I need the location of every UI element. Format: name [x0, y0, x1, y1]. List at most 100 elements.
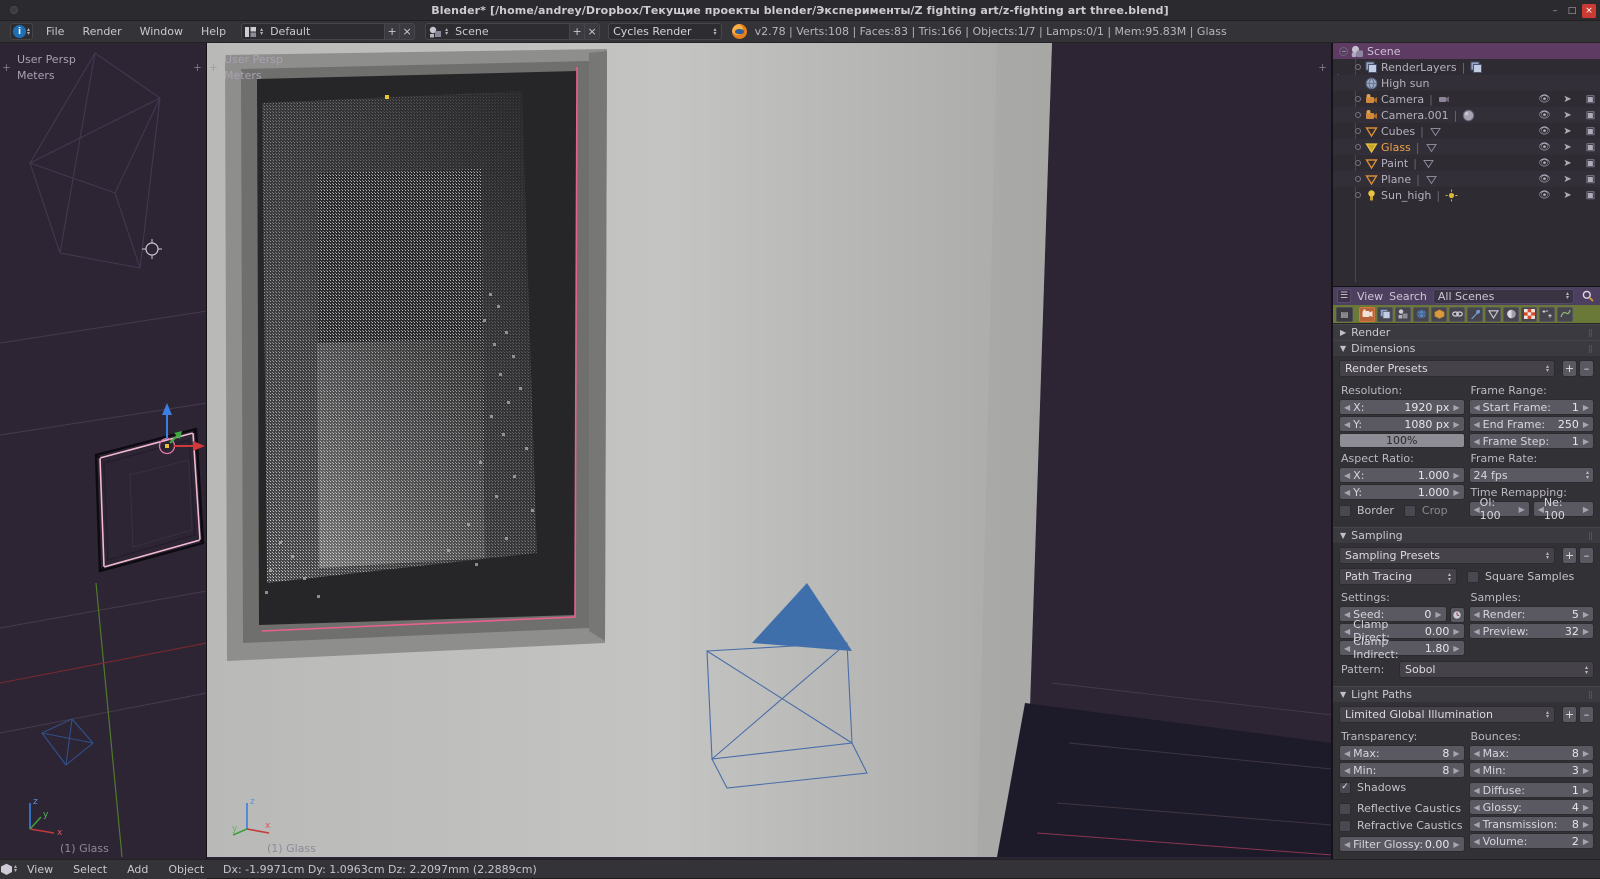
eye-icon[interactable]: 👁 — [1538, 93, 1551, 106]
tab-physics[interactable] — [1557, 306, 1573, 322]
increment-arrow-icon[interactable]: ▶ — [1453, 627, 1459, 636]
decrement-arrow-icon[interactable]: ◀ — [1344, 627, 1350, 636]
increment-arrow-icon[interactable]: ▶ — [1583, 820, 1589, 829]
end-frame-field[interactable]: ◀ End Frame: 250 ▶ — [1468, 416, 1594, 432]
panel-header-light-paths[interactable]: ▼ Light Paths ⣿ — [1333, 686, 1600, 702]
bounces-min-field[interactable]: ◀ Min: 3 ▶ — [1468, 762, 1594, 778]
shadows-row[interactable]: ✓ Shadows — [1339, 779, 1465, 796]
decrement-arrow-icon[interactable]: ◀ — [1344, 766, 1350, 775]
menu-window[interactable]: Window — [131, 21, 192, 43]
camera-restrict-icon[interactable]: ▣ — [1584, 141, 1597, 154]
crop-checkbox-row[interactable]: Crop — [1403, 502, 1448, 519]
shadows-checkbox[interactable]: ✓ — [1339, 781, 1351, 794]
outliner-row-scene[interactable]: Scene — [1333, 43, 1600, 59]
object-mode-icon[interactable]: ▴ ▾ — [0, 860, 17, 879]
tab-data[interactable] — [1485, 306, 1501, 322]
time-remap-new-field[interactable]: ◀ Ne: 100 ▶ — [1532, 496, 1594, 522]
status-menu-object[interactable]: Object — [158, 860, 214, 879]
decrement-arrow-icon[interactable]: ◀ — [1474, 610, 1480, 619]
start-frame-field[interactable]: ◀ Start Frame: 1 ▶ — [1468, 399, 1594, 415]
expand-dot-icon[interactable] — [1355, 160, 1361, 166]
viewport-main-props-handle[interactable]: ＋ — [1318, 63, 1327, 74]
increment-arrow-icon[interactable]: ▶ — [1583, 610, 1589, 619]
render-engine-selector[interactable]: Cycles Render ▴ ▾ — [608, 23, 722, 40]
transparency-max-field[interactable]: ◀ Max: 8 ▶ — [1339, 745, 1465, 761]
viewport-left-toolbar-handle[interactable]: ＋ — [2, 63, 11, 74]
eye-icon[interactable]: 👁 — [1538, 173, 1551, 186]
increment-arrow-icon[interactable]: ▶ — [1453, 420, 1459, 429]
tab-scene[interactable] — [1395, 306, 1411, 322]
add-preset-button[interactable]: + — [1562, 547, 1577, 564]
outliner-row-camera-001[interactable]: Camera.001 | 👁 ➤ ▣ — [1333, 107, 1600, 123]
camera-restrict-icon[interactable]: ▣ — [1584, 173, 1597, 186]
reflective-caustics-row[interactable]: Reflective Caustics — [1339, 800, 1465, 817]
properties-editor-type-icon[interactable]: ☰ — [1337, 289, 1351, 303]
decrement-arrow-icon[interactable]: ◀ — [1474, 786, 1480, 795]
square-samples-checkbox[interactable] — [1467, 570, 1479, 583]
decrement-arrow-icon[interactable]: ◀ — [1474, 749, 1480, 758]
close-button[interactable]: × — [1582, 3, 1596, 18]
increment-arrow-icon[interactable]: ▶ — [1583, 420, 1589, 429]
transmission-bounces-field[interactable]: ◀ Transmission: 8 ▶ — [1468, 816, 1594, 832]
increment-arrow-icon[interactable]: ▶ — [1583, 803, 1589, 812]
cursor-arrow-icon[interactable]: ➤ — [1561, 189, 1574, 202]
increment-arrow-icon[interactable]: ▶ — [1583, 837, 1589, 846]
outliner-row-paint[interactable]: Paint | 👁 ➤ ▣ — [1333, 155, 1600, 171]
bounces-max-field[interactable]: ◀ Max: 8 ▶ — [1468, 745, 1594, 761]
increment-arrow-icon[interactable]: ▶ — [1435, 610, 1441, 619]
scene-selector[interactable]: ▴ ▾ Scene — [425, 23, 571, 40]
increment-arrow-icon[interactable]: ▶ — [1453, 766, 1459, 775]
integrator-selector[interactable]: Path Tracing ▴ ▾ — [1339, 568, 1457, 585]
properties-menu-search[interactable]: Search — [1389, 290, 1427, 303]
cursor-arrow-icon[interactable]: ➤ — [1561, 109, 1574, 122]
aspect-y-field[interactable]: ◀ Y: 1.000 ▶ — [1339, 484, 1465, 500]
properties-menu-view[interactable]: View — [1357, 290, 1383, 303]
expand-dot-icon[interactable] — [1355, 176, 1361, 182]
tab-particles[interactable] — [1539, 306, 1555, 322]
increment-arrow-icon[interactable]: ▶ — [1453, 749, 1459, 758]
cursor-arrow-icon[interactable]: ➤ — [1561, 157, 1574, 170]
decrement-arrow-icon[interactable]: ◀ — [1474, 437, 1480, 446]
border-checkbox-row[interactable]: Border — [1339, 502, 1394, 519]
aspect-x-field[interactable]: ◀ X: 1.000 ▶ — [1339, 467, 1465, 483]
viewport-left[interactable]: ＋ ＋ User Persp Meters z x y (1) Glass — [0, 43, 207, 859]
expand-dot-icon[interactable] — [1355, 192, 1361, 198]
frame-step-field[interactable]: ◀ Frame Step: 1 ▶ — [1468, 433, 1594, 449]
decrement-arrow-icon[interactable]: ◀ — [1344, 471, 1350, 480]
increment-arrow-icon[interactable]: ▶ — [1519, 505, 1525, 514]
screen-layout-selector[interactable]: ▴ ▾ Default — [241, 23, 386, 40]
decrement-arrow-icon[interactable]: ◀ — [1474, 766, 1480, 775]
decrement-arrow-icon[interactable]: ◀ — [1344, 420, 1350, 429]
tab-object[interactable] — [1431, 306, 1447, 322]
increment-arrow-icon[interactable]: ▶ — [1453, 840, 1459, 849]
increment-arrow-icon[interactable]: ▶ — [1583, 749, 1589, 758]
panel-header-dimensions[interactable]: ▼ Dimensions ⣿ — [1333, 340, 1600, 356]
increment-arrow-icon[interactable]: ▶ — [1453, 644, 1459, 653]
remove-preset-button[interactable]: – — [1579, 706, 1594, 723]
minimize-button[interactable]: – — [1548, 4, 1562, 18]
tab-render[interactable] — [1359, 306, 1375, 322]
resolution-percentage-slider[interactable]: 100% — [1339, 433, 1465, 448]
increment-arrow-icon[interactable]: ▶ — [1583, 786, 1589, 795]
eye-icon[interactable]: 👁 — [1538, 109, 1551, 122]
crop-checkbox[interactable] — [1403, 504, 1416, 517]
clock-icon[interactable] — [1449, 606, 1465, 623]
frame-rate-selector[interactable]: 24 fps ▴ ▾ — [1468, 467, 1594, 483]
remove-scene-button[interactable]: × — [585, 23, 601, 40]
decrement-arrow-icon[interactable]: ◀ — [1474, 803, 1480, 812]
outliner-row-sun-high[interactable]: Sun_high | 👁 ➤ ▣ — [1333, 187, 1600, 203]
camera-restrict-icon[interactable]: ▣ — [1584, 125, 1597, 138]
decrement-arrow-icon[interactable]: ◀ — [1474, 420, 1480, 429]
refractive-caustics-checkbox[interactable] — [1339, 819, 1351, 832]
filter-glossy-field[interactable]: ◀ Filter Glossy: 0.00 ▶ — [1339, 836, 1465, 852]
eye-icon[interactable]: 👁 — [1538, 141, 1551, 154]
camera-restrict-icon[interactable]: ▣ — [1584, 109, 1597, 122]
resolution-y-field[interactable]: ◀ Y: 1080 px ▶ — [1339, 416, 1465, 432]
decrement-arrow-icon[interactable]: ◀ — [1474, 820, 1480, 829]
reflective-caustics-checkbox[interactable] — [1339, 802, 1351, 815]
panel-header-sampling[interactable]: ▼ Sampling ⣿ — [1333, 527, 1600, 543]
expand-dot-icon[interactable] — [1355, 144, 1361, 150]
decrement-arrow-icon[interactable]: ◀ — [1344, 403, 1350, 412]
outliner-row-cubes[interactable]: Cubes | 👁 ➤ ▣ — [1333, 123, 1600, 139]
increment-arrow-icon[interactable]: ▶ — [1453, 403, 1459, 412]
